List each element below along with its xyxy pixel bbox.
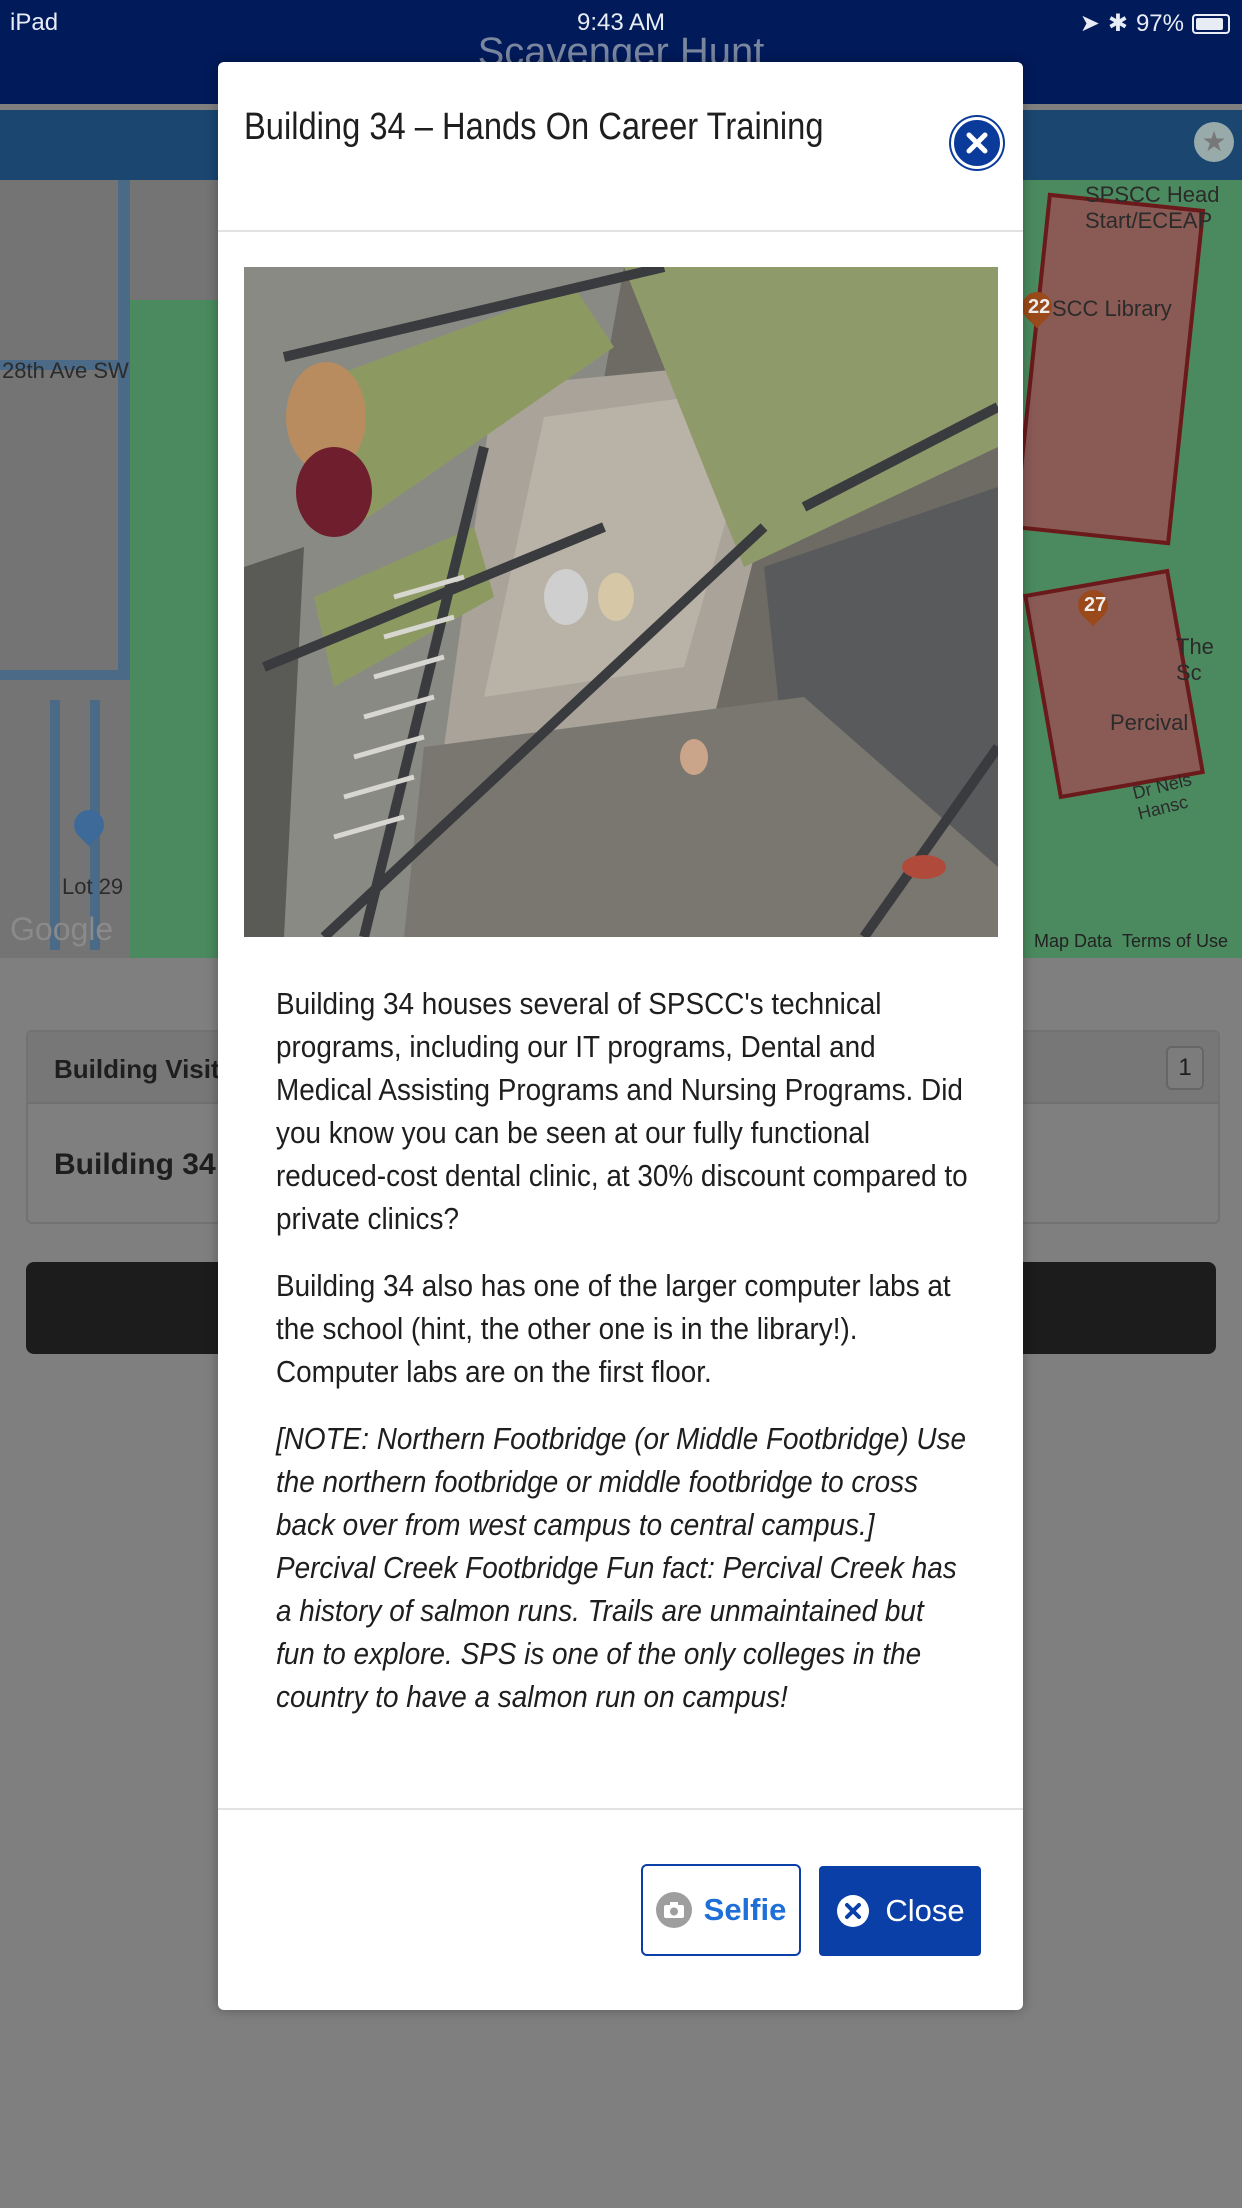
close-icon <box>835 1893 871 1929</box>
modal-close-icon[interactable] <box>951 117 1003 169</box>
description-paragraph: Building 34 also has one of the larger c… <box>276 1268 951 1389</box>
map-road <box>118 180 130 680</box>
selfie-button-label: Selfie <box>703 1892 787 1927</box>
battery-icon <box>1192 13 1230 34</box>
close-button[interactable]: Close <box>819 1866 981 1956</box>
location-icon: ➤ <box>1079 10 1100 37</box>
favorite-star-icon[interactable]: ★ <box>1194 122 1234 162</box>
building-photo <box>244 267 998 937</box>
visited-building-item[interactable]: Building 34 <box>54 1148 216 1182</box>
camera-icon <box>655 1892 692 1928</box>
map-green-area <box>130 300 230 958</box>
battery-percent: 97% <box>1135 9 1184 37</box>
terms-of-use-link[interactable]: Terms of Use <box>1122 931 1228 952</box>
modal-footer: Selfie Close <box>218 1808 1023 2012</box>
map-place-label: Percival <box>1110 710 1189 735</box>
description-paragraph: Building 34 houses several of SPSCC's te… <box>276 986 968 1236</box>
google-logo: Google <box>10 911 114 947</box>
map-pin-label: 22 <box>1028 296 1051 318</box>
map-place-label: The Sc <box>1176 634 1214 685</box>
visited-count-badge: 1 <box>1166 1046 1204 1090</box>
status-indicators: ➤ ✱ 97% <box>1080 9 1230 38</box>
modal-header: Building 34 – Hands On Career Training <box>218 62 1023 232</box>
status-time: 9:43 AM <box>576 9 666 36</box>
map-pin-label: 27 <box>1084 594 1107 616</box>
map-building-label: SCC Library <box>1052 296 1172 321</box>
modal-title: Building 34 – Hands On Career Training <box>244 106 824 148</box>
modal-body: Building 34 houses several of SPSCC's te… <box>276 982 976 1742</box>
selfie-button[interactable]: Selfie <box>641 1864 801 1956</box>
footbridge-note: [NOTE: Northern Footbridge (or Middle Fo… <box>276 1421 967 1714</box>
map-street-label: 28th Ave SW <box>2 358 129 383</box>
map-data-link[interactable]: Map Data <box>1034 931 1112 952</box>
map-lot-label: Lot 29 <box>62 874 124 899</box>
map-building-label: SPSCC Head Start/ECEAP <box>1085 182 1220 233</box>
bluetooth-icon: ✱ <box>1107 10 1128 37</box>
close-button-label: Close <box>885 1893 965 1928</box>
status-bar: iPad 9:43 AM ➤ ✱ 97% <box>0 0 1242 44</box>
building-info-modal: Building 34 – Hands On Career Training B… <box>218 62 1023 2010</box>
